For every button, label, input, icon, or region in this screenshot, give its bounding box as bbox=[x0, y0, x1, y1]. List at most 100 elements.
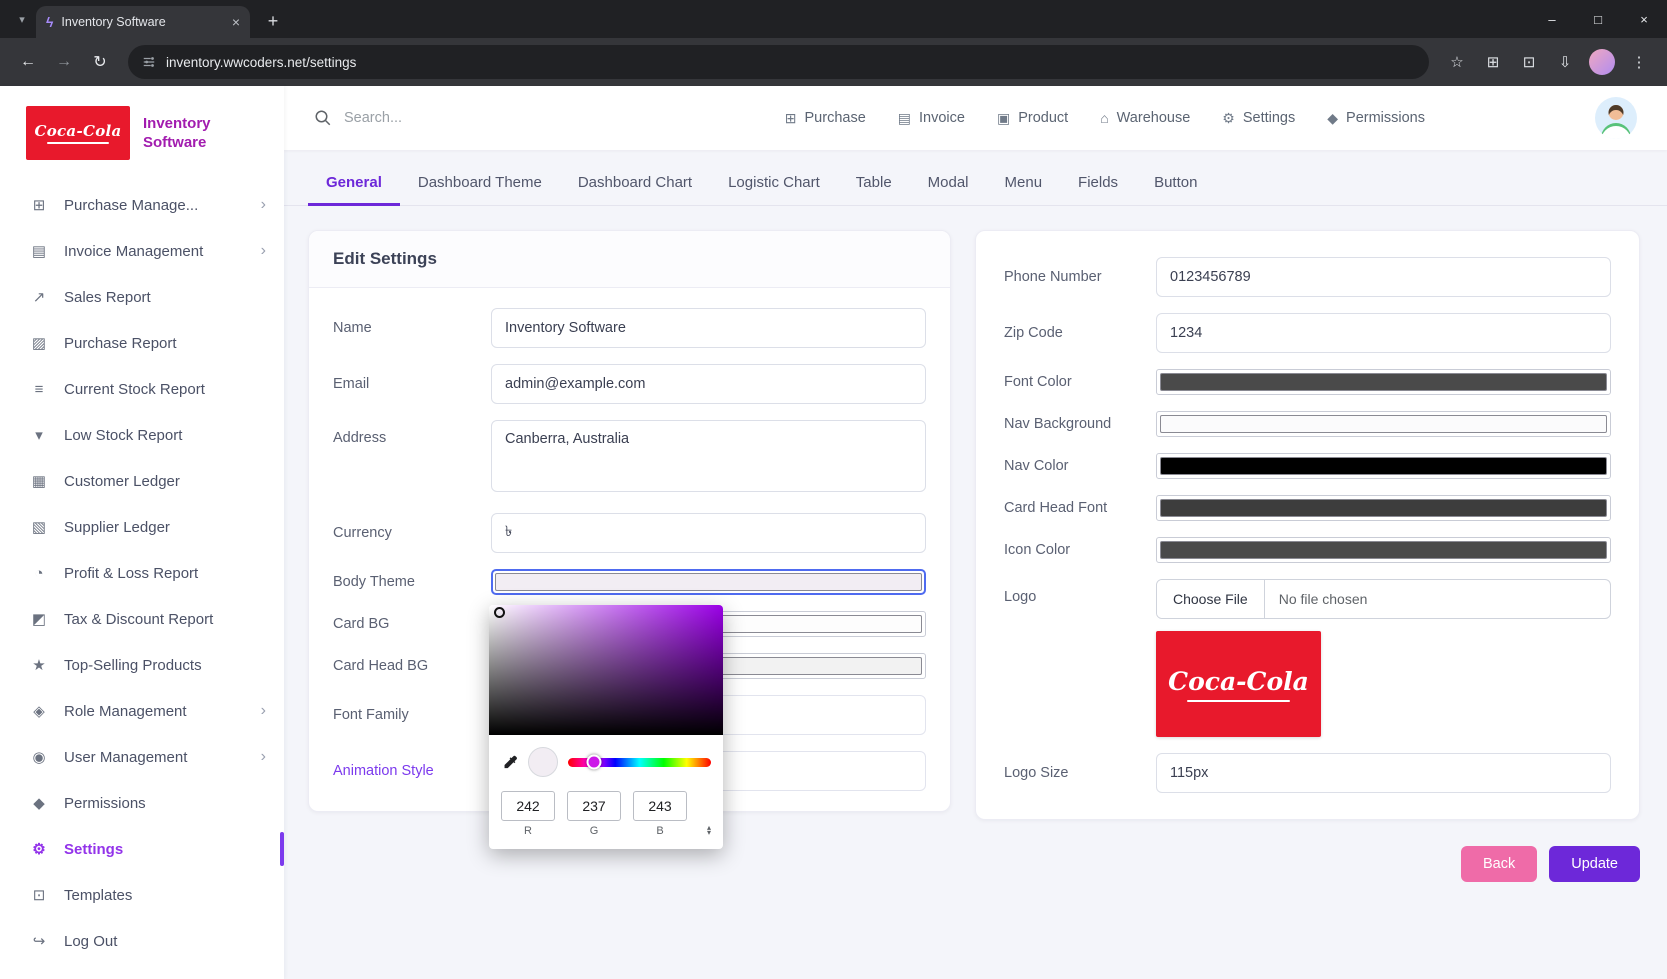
top-nav-label: Purchase bbox=[805, 110, 866, 126]
back-button[interactable]: Back bbox=[1461, 846, 1537, 882]
url-bar[interactable]: inventory.wwcoders.net/settings bbox=[128, 45, 1429, 79]
sidebar-item-label: Profit & Loss Report bbox=[64, 565, 198, 582]
currency-field[interactable] bbox=[491, 513, 926, 553]
card-head-font-color-input[interactable] bbox=[1156, 495, 1611, 521]
zip-field[interactable] bbox=[1156, 313, 1611, 353]
sidebar-item-purchase-management[interactable]: ⊞ Purchase Manage... › bbox=[0, 182, 284, 228]
saturation-area[interactable] bbox=[489, 605, 723, 735]
blue-input[interactable] bbox=[633, 791, 687, 821]
tab-modal[interactable]: Modal bbox=[910, 164, 987, 206]
sidebar-item-label: Current Stock Report bbox=[64, 381, 205, 398]
sidebar-item-label: Top-Selling Products bbox=[64, 657, 202, 674]
hue-slider[interactable] bbox=[568, 758, 711, 767]
name-field[interactable] bbox=[491, 308, 926, 348]
chevron-right-icon: › bbox=[261, 242, 266, 260]
font-color-input[interactable] bbox=[1156, 369, 1611, 395]
product-icon: ▣ bbox=[997, 110, 1010, 127]
search-box[interactable] bbox=[314, 109, 574, 127]
format-toggle-icon[interactable]: ▴▾ bbox=[707, 825, 711, 837]
browser-menu-kebab-icon[interactable]: ⋮ bbox=[1623, 46, 1655, 78]
sidebar-item-user-management[interactable]: ◉ User Management › bbox=[0, 734, 284, 780]
browser-tab[interactable]: ϟ Inventory Software × bbox=[36, 6, 250, 38]
sidebar-item-profit-loss-report[interactable]: ◔ Profit & Loss Report bbox=[0, 550, 284, 596]
icon-color-input[interactable] bbox=[1156, 537, 1611, 563]
grid-icon[interactable]: ⊞ bbox=[1477, 46, 1509, 78]
sidebar-item-purchase-report[interactable]: ▨ Purchase Report bbox=[0, 320, 284, 366]
reload-icon[interactable]: ↻ bbox=[84, 46, 116, 78]
site-info-icon[interactable] bbox=[142, 55, 156, 69]
address-field[interactable]: Canberra, Australia bbox=[491, 420, 926, 492]
sidebar-item-supplier-ledger[interactable]: ▧ Supplier Ledger bbox=[0, 504, 284, 550]
logo-file-input[interactable]: Choose File No file chosen bbox=[1156, 579, 1611, 619]
settings-tabs: General Dashboard Theme Dashboard Chart … bbox=[284, 150, 1667, 206]
sidebar-item-templates[interactable]: ⊡ Templates bbox=[0, 872, 284, 918]
body-theme-color-input[interactable] bbox=[491, 569, 926, 595]
new-tab-button[interactable]: + bbox=[258, 7, 288, 37]
tab-search-icon[interactable]: ▾ bbox=[8, 13, 36, 26]
tab-dashboard-theme[interactable]: Dashboard Theme bbox=[400, 164, 560, 206]
window-maximize-button[interactable]: □ bbox=[1575, 0, 1621, 38]
sidebar-item-top-selling-products[interactable]: ★ Top-Selling Products bbox=[0, 642, 284, 688]
tab-table[interactable]: Table bbox=[838, 164, 910, 206]
hue-slider-thumb[interactable] bbox=[586, 755, 601, 770]
logo-size-field[interactable] bbox=[1156, 753, 1611, 793]
search-input[interactable] bbox=[344, 110, 534, 126]
tab-fields[interactable]: Fields bbox=[1060, 164, 1136, 206]
browser-profile-avatar[interactable] bbox=[1589, 49, 1615, 75]
top-nav-warehouse[interactable]: ⌂ Warehouse bbox=[1100, 110, 1190, 127]
top-nav-invoice[interactable]: ▤ Invoice bbox=[898, 110, 965, 127]
update-button[interactable]: Update bbox=[1549, 846, 1640, 882]
tab-close-icon[interactable]: × bbox=[232, 14, 240, 30]
sidebar-item-current-stock-report[interactable]: ≡ Current Stock Report bbox=[0, 366, 284, 412]
red-input[interactable] bbox=[501, 791, 555, 821]
logo-swash bbox=[47, 142, 109, 144]
bookmark-star-icon[interactable]: ☆ bbox=[1441, 46, 1473, 78]
nav-color-input[interactable] bbox=[1156, 453, 1611, 479]
tab-dashboard-chart[interactable]: Dashboard Chart bbox=[560, 164, 710, 206]
zip-label: Zip Code bbox=[1004, 325, 1156, 341]
sidebar-item-sales-report[interactable]: ↗ Sales Report bbox=[0, 274, 284, 320]
tab-menu[interactable]: Menu bbox=[987, 164, 1061, 206]
top-nav-permissions[interactable]: ◆ Permissions bbox=[1327, 110, 1425, 127]
window-minimize-button[interactable]: – bbox=[1529, 0, 1575, 38]
saturation-thumb[interactable] bbox=[494, 607, 505, 618]
top-nav-settings[interactable]: ⚙ Settings bbox=[1222, 110, 1295, 127]
sidebar-item-tax-discount-report[interactable]: ◩ Tax & Discount Report bbox=[0, 596, 284, 642]
templates-icon: ⊡ bbox=[28, 886, 50, 904]
tab-button[interactable]: Button bbox=[1136, 164, 1215, 206]
window-close-button[interactable]: × bbox=[1621, 0, 1667, 38]
choose-file-button[interactable]: Choose File bbox=[1157, 580, 1265, 618]
nav-background-color-input[interactable] bbox=[1156, 411, 1611, 437]
top-nav-purchase[interactable]: ⊞ Purchase bbox=[785, 110, 866, 127]
pie-chart-icon: ◔ bbox=[28, 565, 50, 582]
sidebar-item-role-management[interactable]: ◈ Role Management › bbox=[0, 688, 284, 734]
download-icon[interactable]: ⇩ bbox=[1549, 46, 1581, 78]
sidebar-item-settings[interactable]: ⚙ Settings bbox=[0, 826, 284, 872]
tab-logistic-chart[interactable]: Logistic Chart bbox=[710, 164, 838, 206]
forward-nav-icon[interactable]: → bbox=[48, 46, 80, 78]
top-nav-label: Permissions bbox=[1346, 110, 1425, 126]
email-field[interactable] bbox=[491, 364, 926, 404]
sidebar-item-invoice-management[interactable]: ▤ Invoice Management › bbox=[0, 228, 284, 274]
extensions-icon[interactable]: ⊡ bbox=[1513, 46, 1545, 78]
back-nav-icon[interactable]: ← bbox=[12, 46, 44, 78]
form-actions: Back Update bbox=[308, 846, 1640, 882]
low-stock-icon: ▾ bbox=[28, 426, 50, 444]
sidebar-item-low-stock-report[interactable]: ▾ Low Stock Report bbox=[0, 412, 284, 458]
tab-general[interactable]: General bbox=[308, 164, 400, 206]
animation-style-label: Animation Style bbox=[333, 763, 491, 779]
invoice-icon: ▤ bbox=[28, 242, 50, 260]
current-color-swatch bbox=[528, 747, 558, 777]
sidebar-item-permissions[interactable]: ◆ Permissions bbox=[0, 780, 284, 826]
sidebar-item-customer-ledger[interactable]: ▦ Customer Ledger bbox=[0, 458, 284, 504]
phone-field[interactable] bbox=[1156, 257, 1611, 297]
brand-name: Inventory Software bbox=[143, 114, 235, 153]
green-input[interactable] bbox=[567, 791, 621, 821]
name-label: Name bbox=[333, 320, 491, 336]
user-avatar[interactable] bbox=[1595, 97, 1637, 139]
gear-icon: ⚙ bbox=[1222, 110, 1235, 127]
url-text: inventory.wwcoders.net/settings bbox=[166, 55, 1415, 70]
eyedropper-icon[interactable] bbox=[501, 754, 518, 771]
top-nav-product[interactable]: ▣ Product bbox=[997, 110, 1068, 127]
sidebar-item-log-out[interactable]: ↪ Log Out bbox=[0, 918, 284, 964]
